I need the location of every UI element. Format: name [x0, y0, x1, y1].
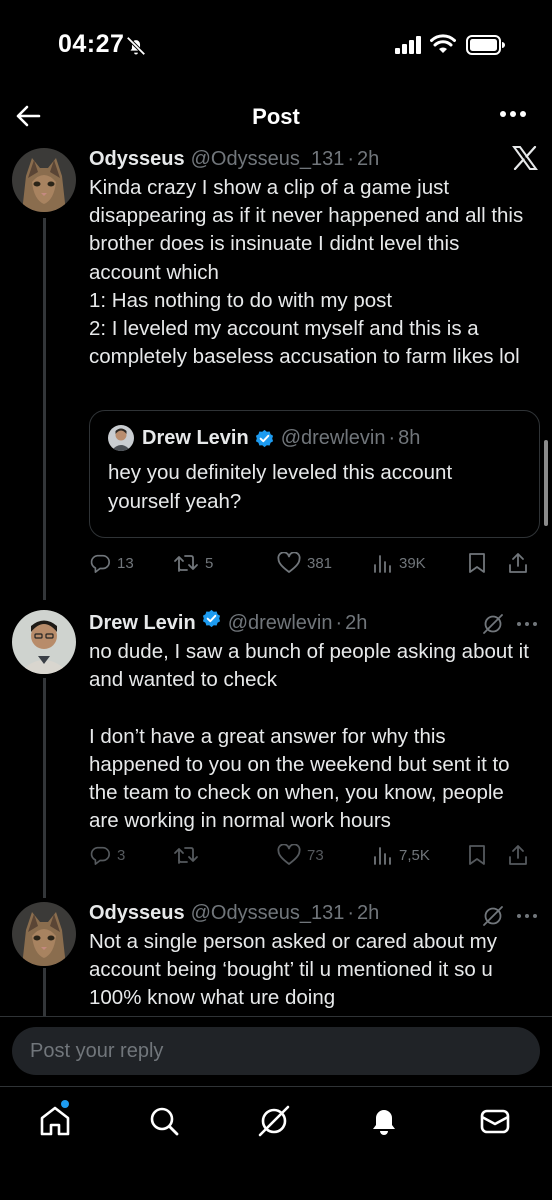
repost-count: 5: [205, 554, 214, 572]
bookmark-icon: [469, 553, 485, 573]
top-nav: Post: [0, 92, 552, 140]
like-count: 381: [307, 554, 333, 572]
wifi-icon: [430, 34, 456, 53]
post-actions: 13 5 381 39K: [89, 548, 540, 578]
author-handle[interactable]: @drewlevin: [228, 610, 333, 636]
status-time: 04:27: [58, 30, 125, 58]
status-bar: 04:27: [0, 0, 552, 92]
views-button[interactable]: 39K: [373, 552, 467, 574]
more-icon[interactable]: [498, 104, 528, 124]
grok-icon[interactable]: [482, 905, 504, 927]
author-name[interactable]: Odysseus: [89, 900, 185, 926]
separator: ·: [347, 902, 355, 924]
page-title: Post: [252, 104, 300, 129]
separator: ·: [335, 612, 343, 634]
bookmark-button[interactable]: [467, 552, 507, 574]
repost-button[interactable]: [173, 844, 277, 866]
share-icon: [509, 845, 527, 865]
like-icon: [277, 844, 301, 865]
reply-bar: [0, 1016, 552, 1086]
post-time[interactable]: 2h: [345, 610, 367, 636]
reply-count: 3: [117, 846, 126, 864]
views-button[interactable]: 7,5K: [373, 844, 467, 866]
quote-avatar: [108, 425, 134, 451]
grok-icon[interactable]: [482, 613, 504, 635]
bell-muted-icon: [126, 36, 146, 56]
post-header: Odysseus @Odysseus_131 · 2h: [89, 900, 530, 926]
post-time[interactable]: 2h: [357, 900, 379, 926]
post-text: no dude, I saw a bunch of people asking …: [89, 640, 529, 833]
reply-input[interactable]: [12, 1027, 540, 1075]
like-button[interactable]: 381: [277, 552, 373, 574]
reply-count: 13: [117, 554, 134, 572]
avatar[interactable]: [12, 902, 76, 966]
grok-icon[interactable]: [256, 1103, 292, 1139]
reply-icon: [90, 554, 110, 573]
quote-header: Drew Levin @drewlevin · 8h: [108, 425, 521, 451]
avatar[interactable]: [12, 148, 76, 212]
repost-icon: [174, 847, 198, 864]
post-header: Odysseus @Odysseus_131 · 2h: [89, 146, 530, 172]
reply-button[interactable]: 3: [89, 844, 173, 866]
notification-dot: [61, 1100, 69, 1108]
verified-icon: [255, 429, 273, 447]
author-handle[interactable]: @Odysseus_131: [191, 146, 345, 172]
views-count: 7,5K: [399, 846, 430, 864]
like-count: 73: [307, 846, 324, 864]
x-logo-icon: [512, 146, 538, 170]
post[interactable]: Odysseus @Odysseus_131 · 2h Kinda crazy …: [0, 140, 552, 600]
reply-button[interactable]: 13: [89, 552, 173, 574]
repost-icon: [174, 555, 198, 572]
bookmark-icon: [469, 845, 485, 865]
like-button[interactable]: 73: [277, 844, 373, 866]
post[interactable]: Drew Levin @drewlevin · 2h no dude, I sa…: [0, 604, 552, 904]
separator: ·: [388, 426, 396, 449]
post-header: Drew Levin @drewlevin · 2h: [89, 608, 530, 636]
verified-icon: [202, 609, 220, 628]
post-actions: 3 73 7,5K: [89, 840, 540, 870]
signal-icon: [395, 36, 421, 54]
share-icon: [509, 553, 527, 573]
battery-icon: [466, 35, 505, 55]
post-text: Kinda crazy I show a clip of a game just…: [89, 176, 524, 369]
quote-time: 8h: [398, 426, 421, 449]
views-icon: [374, 555, 391, 573]
quoted-post[interactable]: Drew Levin @drewlevin · 8h hey you defin…: [89, 410, 540, 538]
author-name[interactable]: Drew Levin: [89, 610, 196, 636]
avatar[interactable]: [12, 610, 76, 674]
more-icon[interactable]: [516, 620, 538, 628]
share-button[interactable]: [507, 844, 537, 866]
separator: ·: [347, 148, 355, 170]
author-handle[interactable]: @Odysseus_131: [191, 900, 345, 926]
more-icon[interactable]: [516, 912, 538, 920]
quote-author-handle[interactable]: @drewlevin: [281, 427, 386, 450]
bottom-tab-bar: [0, 1086, 552, 1200]
repost-button[interactable]: 5: [173, 552, 277, 574]
post-time[interactable]: 2h: [357, 146, 379, 172]
thread: Odysseus @Odysseus_131 · 2h Kinda crazy …: [0, 140, 552, 1016]
quote-text: hey you definitely leveled this account …: [108, 461, 458, 513]
views-count: 39K: [399, 554, 426, 572]
like-icon: [277, 552, 301, 573]
search-icon[interactable]: [146, 1103, 182, 1139]
views-icon: [374, 847, 391, 865]
post-text: Not a single person asked or cared about…: [89, 930, 503, 1010]
post[interactable]: Odysseus @Odysseus_131 · 2h Not a single…: [0, 896, 552, 1016]
messages-icon[interactable]: [477, 1103, 513, 1139]
share-button[interactable]: [507, 552, 537, 574]
bookmark-button[interactable]: [467, 844, 507, 866]
home-icon[interactable]: [37, 1103, 73, 1139]
notifications-icon[interactable]: [366, 1103, 402, 1139]
quote-author-name[interactable]: Drew Levin: [142, 427, 249, 450]
author-name[interactable]: Odysseus: [89, 146, 185, 172]
reply-icon: [90, 846, 110, 865]
